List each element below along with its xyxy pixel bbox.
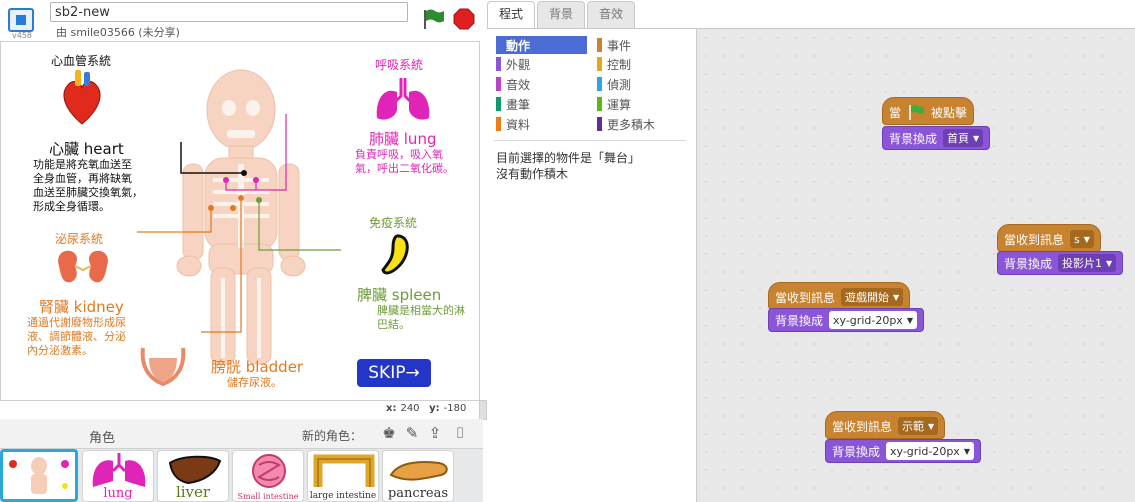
when-receive-block[interactable]: 當收到訊息 遊戲開始 ▼ [768, 282, 911, 310]
selection-info: 目前選擇的物件是「舞台」 沒有動作積木 [496, 151, 641, 181]
category-pen[interactable]: 畫筆 [496, 95, 530, 113]
lung-title: 肺臟 lung [369, 130, 437, 148]
spleen-description: 脾臟是相當大的淋 巴結。 [377, 304, 465, 331]
immune-system-label: 免疫系統 [369, 216, 418, 230]
sprite-label-lung: lung [103, 486, 133, 501]
lung-description: 負責呼吸，吸入氧 氣，呼出二氧化碳。 [355, 148, 454, 175]
sprite-thumbnail-pancreas[interactable]: pancreas [382, 450, 454, 502]
sprite-label-liver: liver [175, 483, 211, 501]
sprite-label-pancreas: pancreas [387, 486, 449, 501]
green-flag-icon[interactable] [420, 7, 446, 31]
tab-backdrops[interactable]: 背景 [537, 1, 585, 28]
kidney-description: 通過代謝廢物形成尿 液、調節體液、分泌 內分泌激素。 [27, 316, 126, 357]
project-title-input[interactable] [50, 2, 408, 22]
sprite-thumbnail-small-intestine[interactable]: Small intestine [232, 450, 304, 502]
skip-button[interactable]: SKIP→ [357, 359, 431, 387]
backdrop-dropdown[interactable]: 首頁 ▼ [943, 129, 984, 147]
backdrop-dropdown[interactable]: 投影片1 ▼ [1058, 254, 1117, 272]
tab-sounds[interactable]: 音效 [587, 1, 635, 28]
sprite-label-large-intestine: large intestine [309, 491, 377, 501]
heart-title: 心臟 heart [49, 140, 124, 158]
stage[interactable]: 心血管系統 心臟 heart 功能是將充氧血送至 全身血管，再將缺氧 血送至肺臟… [0, 41, 480, 401]
when-flag-clicked-block[interactable]: 當 被點擊 [882, 97, 975, 125]
category-control[interactable]: 控制 [597, 55, 631, 73]
spleen-title: 脾臟 spleen [357, 286, 442, 304]
message-dropdown[interactable]: 遊戲開始 ▼ [841, 288, 904, 306]
new-sprite-label: 新的角色： [302, 429, 363, 443]
kidney-icon [58, 250, 108, 283]
stop-sign-icon[interactable] [453, 8, 475, 30]
upload-icon[interactable]: ⇪ [426, 424, 444, 442]
stage-thumbnail[interactable] [0, 449, 78, 502]
cardio-system-label: 心血管系統 [51, 54, 112, 68]
project-byline: 由 smile03566 (未分享) [56, 26, 180, 39]
stage-resize-handle[interactable] [479, 400, 487, 420]
category-motion[interactable]: 動作 [496, 36, 587, 54]
camera-icon[interactable]: ⌷ [451, 424, 469, 442]
pancreas-icon [389, 461, 448, 481]
stage-thumbnail-image [9, 457, 69, 494]
switch-backdrop-block[interactable]: 背景換成 xy-grid-20px ▼ [768, 308, 924, 332]
green-flag-icon [909, 105, 925, 120]
spleen-icon [381, 234, 409, 275]
respiratory-system-label: 呼吸系統 [375, 58, 424, 72]
mouse-coordinates: x: 240 y: -180 [386, 403, 467, 414]
sprite-thumbnail-liver[interactable]: liver [157, 450, 229, 502]
category-sound[interactable]: 音效 [496, 75, 530, 93]
urinary-system-label: 泌尿系統 [55, 232, 104, 246]
small-intestine-icon [252, 454, 286, 488]
category-operators[interactable]: 運算 [597, 95, 631, 113]
palette-divider [494, 140, 686, 141]
message-dropdown[interactable]: s ▼ [1070, 230, 1094, 248]
sprite-thumbnail-large-intestine[interactable]: large intestine [307, 450, 379, 502]
backdrop-dropdown[interactable]: xy-grid-20px ▼ [886, 442, 974, 460]
character-icon[interactable]: ♚ [380, 424, 398, 442]
category-sensing[interactable]: 偵測 [597, 75, 631, 93]
sprite-label-small-intestine: Small intestine [237, 492, 299, 501]
message-dropdown[interactable]: 示範 ▼ [898, 417, 939, 435]
switch-backdrop-block[interactable]: 背景換成 首頁 ▼ [882, 126, 991, 150]
heart-description: 功能是將充氧血送至 全身血管，再將缺氧 血送至肺臟交換氧氣， 形成全身循環。 [33, 158, 143, 213]
when-receive-block[interactable]: 當收到訊息 示範 ▼ [825, 411, 946, 439]
sprites-label: 角色 [89, 431, 116, 446]
version-label: v458 [12, 31, 33, 40]
bladder-description: 儲存尿液。 [227, 376, 282, 389]
switch-backdrop-block[interactable]: 背景換成 xy-grid-20px ▼ [825, 439, 981, 463]
paint-brush-icon[interactable]: ✎ [403, 424, 421, 442]
heart-icon [63, 70, 101, 125]
lung-icon [376, 78, 430, 120]
category-looks[interactable]: 外觀 [496, 55, 530, 73]
category-events[interactable]: 事件 [597, 36, 631, 54]
category-data[interactable]: 資料 [496, 115, 530, 133]
when-receive-block[interactable]: 當收到訊息 s ▼ [997, 224, 1101, 252]
large-intestine-icon [313, 454, 375, 487]
tab-scripts[interactable]: 程式 [487, 1, 535, 29]
kidney-title: 腎臟 kidney [39, 298, 124, 316]
lung-icon [92, 453, 146, 487]
switch-backdrop-block[interactable]: 背景換成 投影片1 ▼ [997, 251, 1124, 275]
fullscreen-icon[interactable] [8, 8, 34, 32]
backdrop-dropdown[interactable]: xy-grid-20px ▼ [829, 311, 917, 329]
bladder-icon [140, 347, 186, 387]
category-more-blocks[interactable]: 更多積木 [597, 115, 655, 133]
sprite-thumbnail-lung[interactable]: lung [82, 450, 154, 502]
